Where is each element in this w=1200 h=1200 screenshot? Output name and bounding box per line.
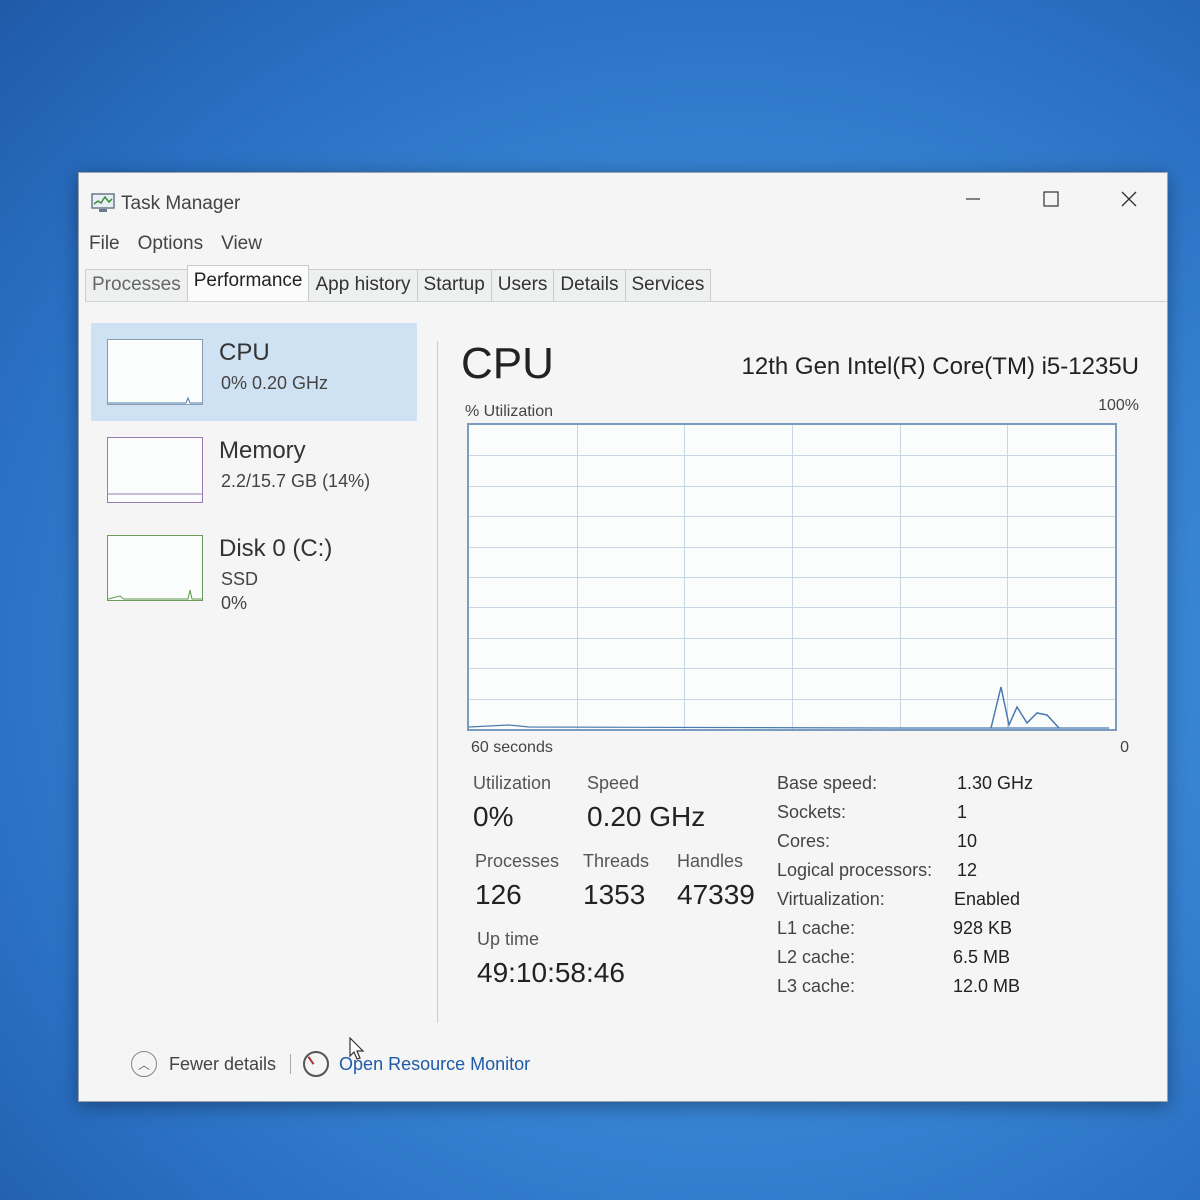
spec-cores-value: 10 (957, 831, 978, 851)
spec-l2-cache-label: L2 cache: (777, 947, 856, 967)
maximize-button[interactable] (1021, 179, 1081, 219)
sidebar-disk-name: Disk 0 (C:) (219, 535, 333, 562)
uptime-value: 49:10:58:46 (477, 957, 625, 988)
sidebar-disk-type: SSD (221, 569, 259, 589)
open-resource-monitor-link[interactable]: Open Resource Monitor (339, 1054, 530, 1075)
spec-l1-cache-label: L1 cache: (777, 918, 856, 938)
tab-processes[interactable]: Processes (85, 269, 188, 301)
spec-cores-label: Cores: (777, 831, 831, 851)
menu-options[interactable]: Options (138, 233, 203, 259)
sidebar-item-memory[interactable]: Memory 2.2/15.7 GB (14%) (91, 421, 417, 519)
menu-bar: File Options View (89, 233, 262, 259)
spec-sockets-value: 1 (957, 802, 968, 822)
spec-base-speed-value: 1.30 GHz (957, 773, 1034, 793)
panel-title: CPU (461, 339, 554, 388)
graph-max-label: 100% (1098, 397, 1139, 414)
speed-value: 0.20 GHz (587, 801, 706, 832)
tab-details[interactable]: Details (553, 269, 626, 301)
minimize-icon (966, 198, 980, 200)
cpu-spike-line (990, 686, 1060, 729)
spec-virtualization-value: Enabled (954, 889, 1021, 909)
tab-performance[interactable]: Performance (186, 265, 310, 301)
task-manager-icon (91, 193, 115, 212)
footer-separator (290, 1054, 292, 1074)
spec-virtualization-label: Virtualization: (777, 889, 885, 909)
task-manager-window: Task Manager File Options View Processes… (78, 172, 1168, 1102)
spec-l3-cache-value: 12.0 MB (953, 976, 1021, 996)
threads-label: Threads (583, 851, 650, 871)
sidebar-disk-usage: 0% (221, 593, 248, 613)
resource-sidebar: CPU 0% 0.20 GHz Memory 2.2/15.7 GB (14%)… (91, 323, 417, 617)
processes-value: 126 (475, 879, 522, 910)
uptime-label: Up time (477, 929, 540, 949)
minimize-button[interactable] (943, 179, 1003, 219)
cpu-model-name: 12th Gen Intel(R) Core(TM) i5-1235U (741, 353, 1139, 380)
utilization-value: 0% (473, 801, 514, 832)
handles-value: 47339 (677, 879, 755, 910)
cpu-utilization-graph (467, 423, 1117, 731)
spec-base-speed-label: Base speed: (777, 773, 878, 793)
utilization-label: Utilization (473, 773, 552, 793)
spec-sockets-label: Sockets: (777, 802, 847, 822)
tab-bar: Processes Performance App history Startu… (85, 265, 1167, 302)
cpu-thumbnail-graph (107, 339, 203, 405)
graph-x-label: 60 seconds (471, 739, 553, 756)
sidebar-disk-info: SSD 0% (221, 567, 258, 615)
resource-monitor-icon[interactable] (303, 1051, 330, 1077)
speed-label: Speed (587, 773, 640, 793)
menu-view[interactable]: View (221, 233, 262, 259)
close-icon (1121, 191, 1137, 207)
sidebar-item-disk[interactable]: Disk 0 (C:) SSD 0% (91, 519, 417, 617)
processes-label: Processes (475, 851, 560, 871)
footer-bar: ︿ Fewer details Open Resource Monitor (131, 1049, 530, 1079)
maximize-icon (1043, 191, 1059, 207)
graph-min-label: 0 (1120, 739, 1129, 756)
window-title: Task Manager (121, 193, 241, 214)
spec-l2-cache-value: 6.5 MB (953, 947, 1011, 967)
sidebar-cpu-name: CPU (219, 339, 270, 366)
title-bar: Task Manager (79, 173, 1167, 233)
spec-l3-cache-label: L3 cache: (777, 976, 856, 996)
menu-file[interactable]: File (89, 233, 120, 259)
close-button[interactable] (1099, 179, 1159, 219)
threads-value: 1353 (583, 879, 646, 910)
disk-thumbnail-graph (107, 535, 203, 601)
sidebar-memory-usage: 2.2/15.7 GB (14%) (221, 471, 371, 491)
tab-app-history[interactable]: App history (308, 269, 418, 301)
sidebar-cpu-usage: 0% 0.20 GHz (221, 373, 329, 393)
tab-users[interactable]: Users (490, 269, 555, 301)
tab-startup[interactable]: Startup (416, 269, 492, 301)
spec-l1-cache-value: 928 KB (953, 918, 1013, 938)
fewer-details-button[interactable]: Fewer details (169, 1054, 276, 1075)
graph-y-label: % Utilization (465, 403, 554, 420)
sidebar-item-cpu[interactable]: CPU 0% 0.20 GHz (91, 323, 417, 421)
memory-thumbnail-graph (107, 437, 203, 503)
cpu-usage-line (469, 724, 1109, 729)
spec-logical-processors-value: 12 (957, 860, 978, 880)
panel-divider[interactable] (437, 341, 438, 1023)
chevron-up-icon[interactable]: ︿ (131, 1051, 157, 1077)
spec-logical-processors-label: Logical processors: (777, 860, 933, 880)
handles-label: Handles (677, 851, 744, 871)
tab-services[interactable]: Services (624, 269, 712, 301)
sidebar-memory-name: Memory (219, 437, 306, 464)
